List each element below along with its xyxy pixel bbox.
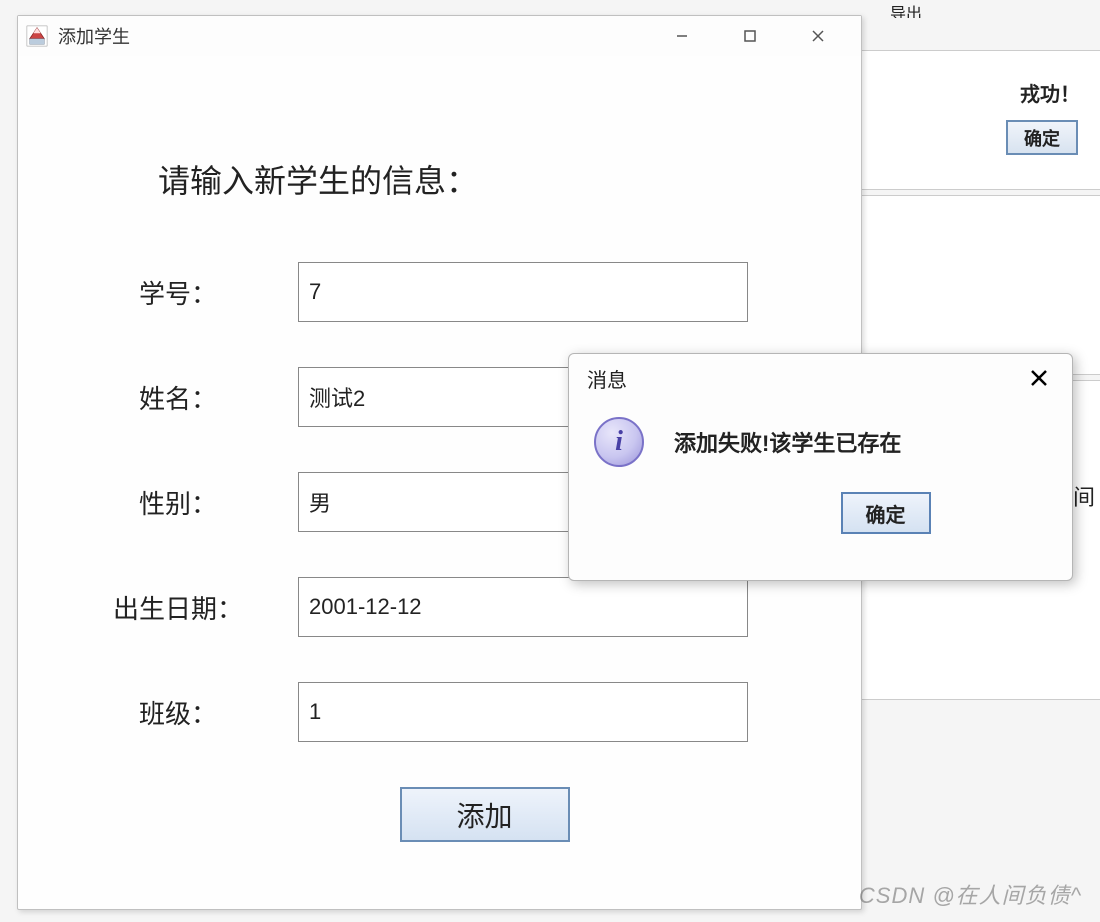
background-success-text: 戎功！ [1020, 78, 1080, 107]
dialog-titlebar[interactable]: 消息 [569, 354, 1072, 402]
input-student-id[interactable] [298, 262, 748, 322]
add-button[interactable]: 添加 [400, 787, 570, 842]
dialog-title: 消息 [587, 364, 1024, 393]
label-birth: 出生日期： [58, 589, 298, 626]
close-button[interactable] [798, 21, 838, 51]
minimize-button[interactable] [662, 21, 702, 51]
background-char: 间 [1073, 480, 1095, 512]
window-titlebar[interactable]: 添加学生 [18, 16, 861, 56]
label-class: 班级： [58, 694, 298, 731]
label-name: 姓名： [58, 379, 298, 416]
watermark: CSDN @在人间负债^ [859, 878, 1082, 910]
maximize-button[interactable] [730, 21, 770, 51]
message-dialog: 消息 i 添加失败!该学生已存在 确定 [568, 353, 1073, 581]
input-class[interactable] [298, 682, 748, 742]
background-ok-button[interactable]: 确定 [1006, 120, 1078, 155]
window-title: 添加学生 [58, 23, 662, 49]
info-icon: i [594, 417, 644, 467]
background-panel-2 [860, 195, 1100, 375]
form-heading: 请输入新学生的信息： [158, 156, 821, 202]
label-gender: 性别： [58, 484, 298, 521]
input-birth[interactable] [298, 577, 748, 637]
label-student-id: 学号： [58, 274, 298, 311]
dialog-ok-button[interactable]: 确定 [841, 492, 931, 534]
dialog-close-button[interactable] [1024, 363, 1054, 393]
dialog-message: 添加失败!该学生已存在 [674, 426, 901, 458]
app-icon [26, 25, 48, 47]
